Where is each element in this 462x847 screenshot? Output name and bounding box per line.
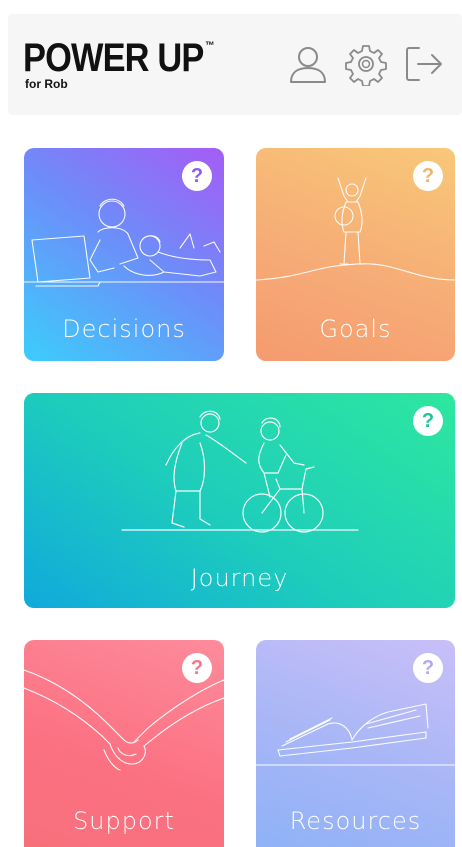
resources-card[interactable]: ? Resources xyxy=(256,640,455,847)
goals-card[interactable]: ? Goals xyxy=(256,148,455,361)
help-icon: ? xyxy=(190,165,204,187)
app-logo: POWER UP ™ for Rob xyxy=(23,25,246,91)
logo-title-text: POWER UP xyxy=(23,36,204,80)
logo-trademark: ™ xyxy=(205,40,215,52)
settings-button[interactable] xyxy=(344,42,388,87)
journey-card[interactable]: ? Journey xyxy=(24,393,455,608)
goals-label: Goals xyxy=(319,315,392,343)
logout-button[interactable] xyxy=(401,42,445,86)
support-card[interactable]: ? Support xyxy=(24,640,224,847)
journey-label: Journey xyxy=(190,564,289,592)
help-icon: ? xyxy=(190,657,204,679)
help-icon: ? xyxy=(421,657,435,679)
help-icon: ? xyxy=(421,165,435,187)
decisions-label: Decisions xyxy=(62,315,186,343)
gear-icon xyxy=(345,45,387,87)
logout-icon xyxy=(406,47,442,81)
support-help-button[interactable]: ? xyxy=(182,653,212,683)
user-icon xyxy=(290,47,326,83)
app-header: POWER UP ™ for Rob xyxy=(8,14,462,115)
journey-help-button[interactable]: ? xyxy=(413,406,443,436)
support-label: Support xyxy=(73,807,175,835)
help-icon: ? xyxy=(421,410,435,432)
decisions-help-button[interactable]: ? xyxy=(182,161,212,191)
decisions-card[interactable]: ? Decisions xyxy=(24,148,224,361)
resources-label: Resources xyxy=(289,807,422,835)
resources-help-button[interactable]: ? xyxy=(413,653,443,683)
goals-help-button[interactable]: ? xyxy=(413,161,443,191)
profile-button[interactable] xyxy=(286,42,330,86)
logo-title: POWER UP ™ xyxy=(23,25,215,79)
